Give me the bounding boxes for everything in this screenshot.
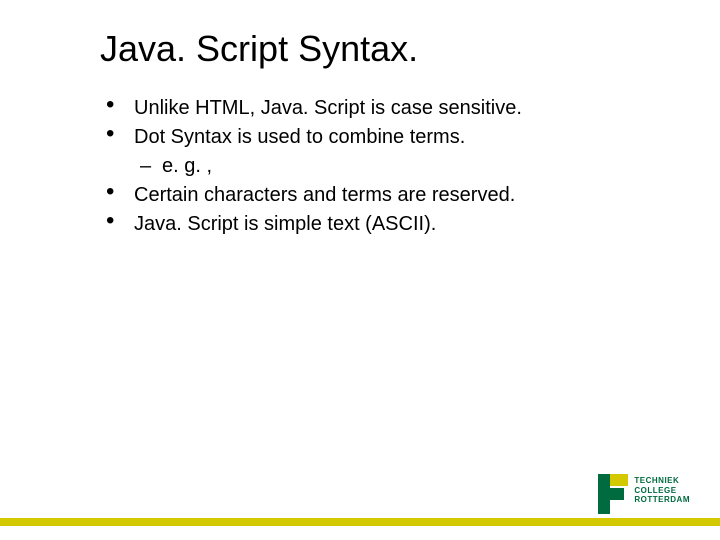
bullet-item: Java. Script is simple text (ASCII). xyxy=(100,211,660,238)
bullet-item: Unlike HTML, Java. Script is case sensit… xyxy=(100,95,660,122)
logo-line: COLLEGE xyxy=(634,486,690,496)
bullet-item: Certain characters and terms are reserve… xyxy=(100,182,660,209)
bullet-item: Dot Syntax is used to combine terms. e. … xyxy=(100,124,660,180)
slide-title: Java. Script Syntax. xyxy=(100,28,418,70)
logo-text: TECHNIEK COLLEGE ROTTERDAM xyxy=(634,474,690,507)
sub-bullet-item: e. g. , xyxy=(134,153,660,180)
bullet-list-2: Certain characters and terms are reserve… xyxy=(100,182,660,238)
logo-mark-icon xyxy=(598,474,628,514)
bullet-text: Unlike HTML, Java. Script is case sensit… xyxy=(134,97,522,119)
sub-bullet-text: e. g. , xyxy=(162,155,212,177)
bullet-text: Java. Script is simple text (ASCII). xyxy=(134,213,436,235)
logo-line: ROTTERDAM xyxy=(634,495,690,505)
bullet-text: Certain characters and terms are reserve… xyxy=(134,184,515,206)
footer-accent-bar xyxy=(0,518,720,526)
bullet-text: Dot Syntax is used to combine terms. xyxy=(134,126,465,148)
logo-line: TECHNIEK xyxy=(634,476,690,486)
footer-logo: TECHNIEK COLLEGE ROTTERDAM xyxy=(598,474,690,514)
slide: Java. Script Syntax. Unlike HTML, Java. … xyxy=(0,0,720,540)
slide-content: Unlike HTML, Java. Script is case sensit… xyxy=(100,95,660,240)
sub-bullet-list: e. g. , xyxy=(134,153,660,180)
bullet-list-1: Unlike HTML, Java. Script is case sensit… xyxy=(100,95,660,180)
